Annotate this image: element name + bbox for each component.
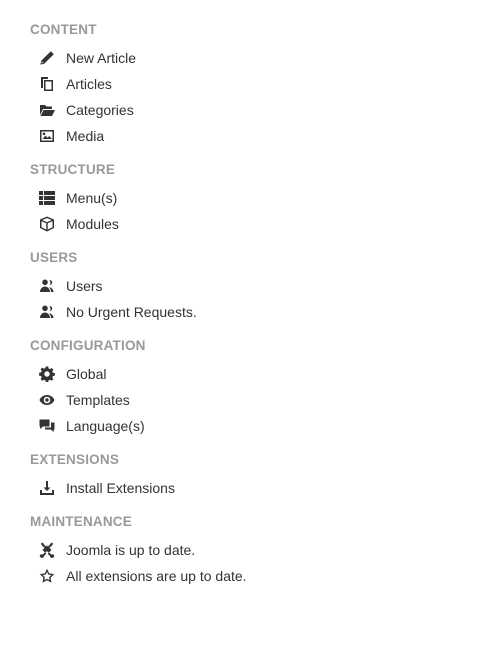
image-icon	[38, 127, 56, 145]
star-outline-icon	[38, 567, 56, 585]
list-icon	[38, 189, 56, 207]
admin-sidebar: CONTENT New Article Articles Categories	[30, 19, 470, 599]
menu-item-languages[interactable]: Language(s)	[30, 413, 470, 439]
comments-icon	[38, 417, 56, 435]
users-menu: Users No Urgent Requests.	[30, 273, 470, 325]
menu-item-label: New Article	[66, 50, 137, 66]
content-menu: New Article Articles Categories Media	[30, 45, 470, 149]
menu-item-label: Categories	[66, 102, 134, 118]
menu-item-label: Menu(s)	[66, 190, 118, 206]
menu-item-menus[interactable]: Menu(s)	[30, 185, 470, 211]
structure-menu: Menu(s) Modules	[30, 185, 470, 237]
menu-item-label: Joomla is up to date.	[66, 542, 196, 558]
menu-item-label: All extensions are up to date.	[66, 568, 247, 584]
extensions-menu: Install Extensions	[30, 475, 470, 501]
menu-item-users[interactable]: Users	[30, 273, 470, 299]
menu-item-label: No Urgent Requests.	[66, 304, 197, 320]
menu-item-modules[interactable]: Modules	[30, 211, 470, 237]
menu-item-templates[interactable]: Templates	[30, 387, 470, 413]
menu-item-label: Language(s)	[66, 418, 145, 434]
section-title-maintenance: MAINTENANCE	[30, 514, 132, 529]
section-title-content: CONTENT	[30, 22, 97, 37]
eye-icon	[38, 391, 56, 409]
menu-item-no-urgent-requests[interactable]: No Urgent Requests.	[30, 299, 470, 325]
folder-open-icon	[38, 101, 56, 119]
section-content: CONTENT New Article Articles Categories	[30, 19, 470, 149]
section-structure: STRUCTURE Menu(s) Modules	[30, 159, 470, 237]
section-configuration: CONFIGURATION Global Templates Language(…	[30, 335, 470, 439]
menu-item-extensions-up-to-date[interactable]: All extensions are up to date.	[30, 563, 470, 589]
menu-item-media[interactable]: Media	[30, 123, 470, 149]
section-title-configuration: CONFIGURATION	[30, 338, 146, 353]
section-users: USERS Users No Urgent Requests.	[30, 247, 470, 325]
menu-item-label: Global	[66, 366, 107, 382]
menu-item-joomla-up-to-date[interactable]: Joomla is up to date.	[30, 537, 470, 563]
menu-item-global[interactable]: Global	[30, 361, 470, 387]
menu-item-label: Users	[66, 278, 103, 294]
copy-icon	[38, 75, 56, 93]
menu-item-label: Modules	[66, 216, 119, 232]
users-icon	[38, 277, 56, 295]
section-maintenance: MAINTENANCE Joomla is up to date. All ex…	[30, 511, 470, 589]
cube-icon	[38, 215, 56, 233]
menu-item-new-article[interactable]: New Article	[30, 45, 470, 71]
menu-item-articles[interactable]: Articles	[30, 71, 470, 97]
section-extensions: EXTENSIONS Install Extensions	[30, 449, 470, 501]
configuration-menu: Global Templates Language(s)	[30, 361, 470, 439]
maintenance-menu: Joomla is up to date. All extensions are…	[30, 537, 470, 589]
menu-item-label: Install Extensions	[66, 480, 175, 496]
menu-item-categories[interactable]: Categories	[30, 97, 470, 123]
section-title-extensions: EXTENSIONS	[30, 452, 120, 467]
users-icon	[38, 303, 56, 321]
menu-item-install-extensions[interactable]: Install Extensions	[30, 475, 470, 501]
joomla-icon	[38, 541, 56, 559]
menu-item-label: Articles	[66, 76, 112, 92]
download-icon	[38, 479, 56, 497]
section-title-structure: STRUCTURE	[30, 162, 116, 177]
menu-item-label: Templates	[66, 392, 130, 408]
pencil-icon	[38, 49, 56, 67]
section-title-users: USERS	[30, 250, 78, 265]
gear-icon	[38, 365, 56, 383]
menu-item-label: Media	[66, 128, 105, 144]
